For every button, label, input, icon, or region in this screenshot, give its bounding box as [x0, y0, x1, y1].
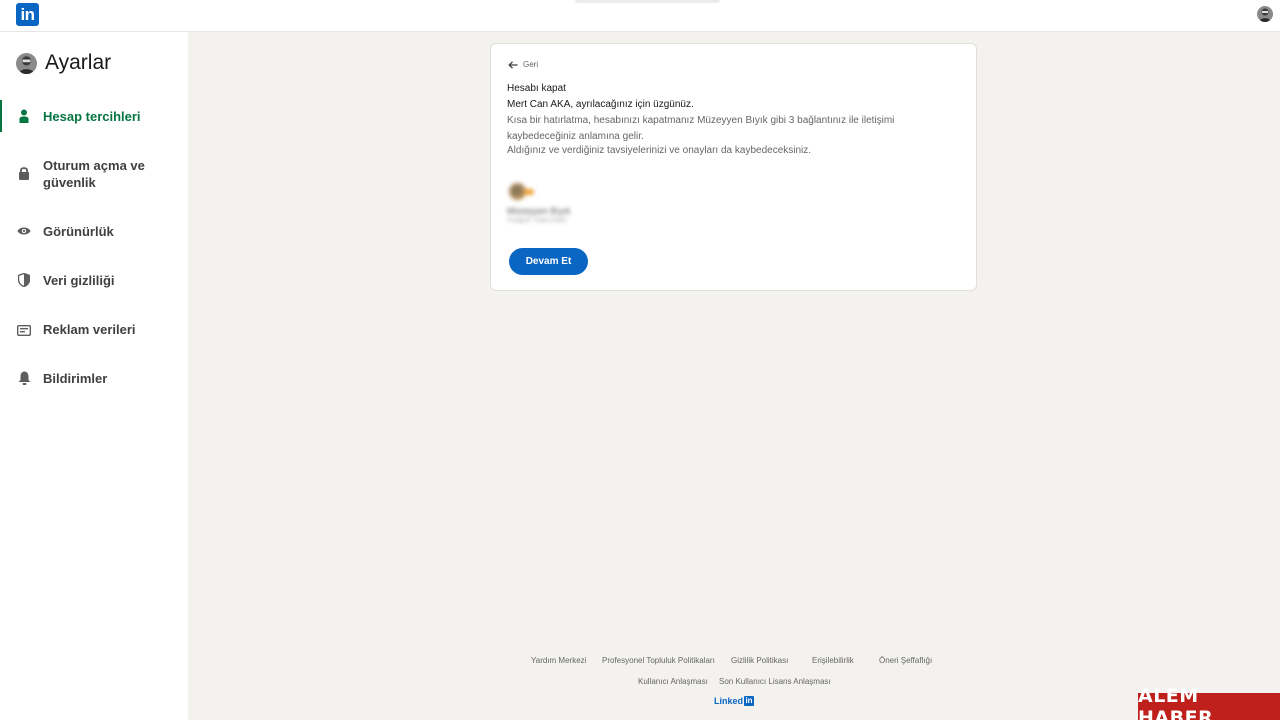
sidebar-item-label: Bildirimler: [43, 371, 108, 386]
active-indicator: [0, 100, 2, 132]
eye-icon: [17, 224, 31, 238]
sidebar-header: Ayarlar: [16, 51, 111, 75]
footer-link-recommendation-transparency[interactable]: Öneri Şeffaflığı: [879, 656, 932, 665]
settings-sidebar: Ayarlar Hesap tercihleri Oturum açma ve …: [0, 32, 188, 720]
footer-link-help-center[interactable]: Yardım Merkezi: [531, 656, 586, 665]
person-icon: [17, 109, 31, 123]
footer-link-community-policies[interactable]: Profesyonel Topluluk Politikaları: [602, 656, 715, 665]
sidebar-item-data-privacy[interactable]: Veri gizliliği: [0, 271, 188, 291]
watermark-logo: ALEM HABER: [1138, 685, 1280, 720]
sidebar-title: Ayarlar: [45, 51, 112, 74]
sorry-message: Mert Can AKA, ayrılacağınız için üzgünüz…: [507, 99, 694, 110]
profile-avatar[interactable]: [1257, 6, 1273, 22]
shield-icon: [17, 273, 31, 287]
avatar-image: [1257, 6, 1273, 22]
sidebar-item-label: Reklam verileri: [43, 322, 136, 337]
sidebar-item-sign-in-security[interactable]: Oturum açma ve güvenlik: [0, 156, 188, 192]
connection-subtitle: Fotoğraf / Video Editör: [507, 218, 567, 224]
top-navbar: in: [0, 0, 1280, 32]
card-title: Hesabı kapat: [507, 83, 566, 94]
sidebar-item-label: Görünürlük: [43, 224, 114, 239]
connection-avatar-accent: [524, 189, 534, 195]
sidebar-item-label: Hesap tercihleri: [43, 109, 141, 124]
ad-card-icon: [17, 323, 31, 337]
footer-link-accessibility[interactable]: Erişilebilirlik: [812, 656, 854, 665]
footer-link-eula[interactable]: Son Kullanıcı Lisans Anlaşması: [719, 677, 831, 686]
sidebar-item-label: Veri gizliliği: [43, 273, 115, 288]
footer-brand-in: in: [744, 696, 755, 706]
recommendations-message: Aldığınız ve verdiğiniz tavsiyelerinizi …: [507, 145, 812, 156]
footer-brand-text: Linked: [714, 696, 744, 706]
footer-linkedin-logo[interactable]: Linked in: [714, 696, 755, 706]
bell-icon: [17, 371, 31, 385]
footer-link-user-agreement[interactable]: Kullanıcı Anlaşması: [638, 677, 708, 686]
sidebar-item-advertising-data[interactable]: Reklam verileri: [0, 320, 188, 340]
connection-name: Müzeyyen Bıyık: [507, 206, 571, 216]
sidebar-item-label: Oturum açma ve güvenlik: [43, 158, 145, 190]
sidebar-item-account-preferences[interactable]: Hesap tercihleri: [0, 100, 188, 132]
close-account-card: Geri Hesabı kapat Mert Can AKA, ayrılaca…: [490, 43, 977, 291]
linkedin-logo[interactable]: in: [16, 3, 39, 26]
top-center-bar: [575, 0, 720, 3]
reminder-message: Kısa bir hatırlatma, hesabınızı kapatman…: [507, 115, 895, 142]
back-label: Geri: [523, 60, 539, 69]
arrow-left-icon: [508, 60, 518, 69]
continue-button[interactable]: Devam Et: [509, 248, 588, 275]
back-link[interactable]: Geri: [508, 60, 538, 69]
connection-preview: Müzeyyen Bıyık Fotoğraf / Video Editör: [507, 180, 587, 230]
lock-icon: [17, 166, 31, 180]
avatar-image: [16, 52, 37, 74]
sidebar-item-visibility[interactable]: Görünürlük: [0, 222, 188, 242]
footer-link-privacy-policy[interactable]: Gizlilik Politikası: [731, 656, 788, 665]
sidebar-avatar: [16, 52, 37, 74]
sidebar-item-notifications[interactable]: Bildirimler: [0, 369, 188, 389]
